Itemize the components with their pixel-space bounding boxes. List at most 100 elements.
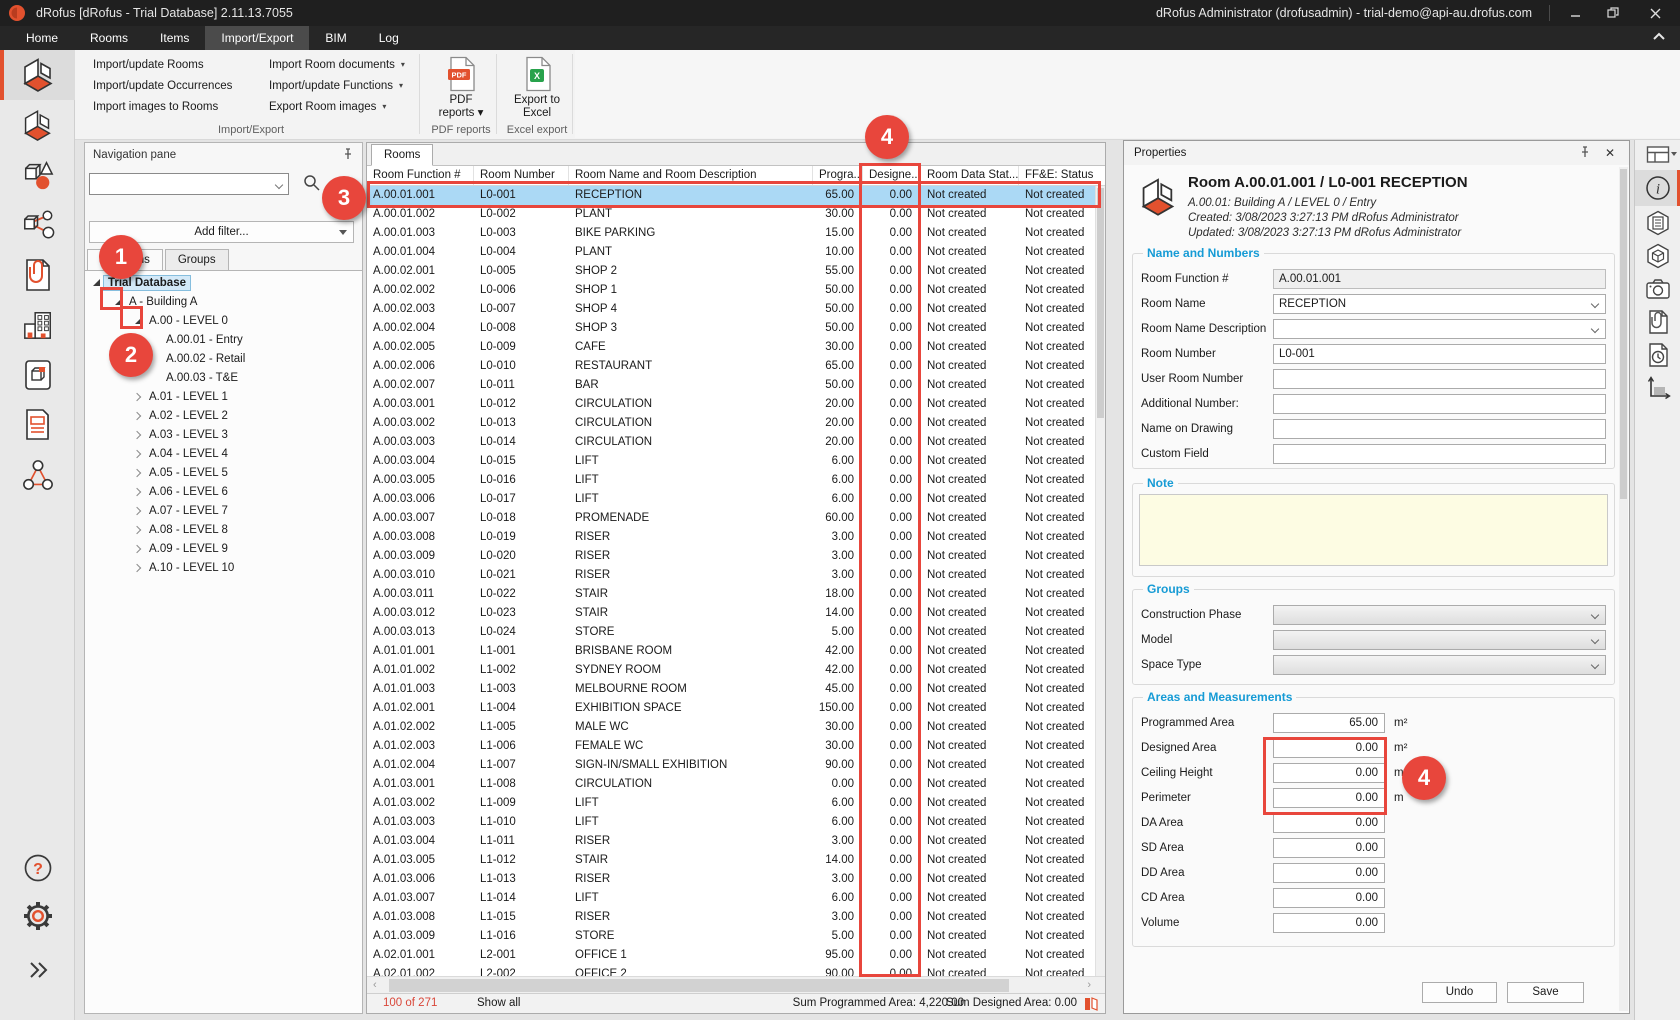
scroll-left-icon[interactable]: ‹ <box>373 979 377 991</box>
sidebar-item-buildings[interactable] <box>0 300 75 350</box>
table-row[interactable]: A.00.02.007 L0-011 BAR 50.00 0.00 Not cr… <box>367 376 1095 395</box>
close-button[interactable] <box>1638 0 1672 26</box>
rooms-tab[interactable]: Rooms <box>371 144 433 166</box>
field-input[interactable] <box>1273 419 1606 439</box>
tree-expander-icon[interactable] <box>131 520 145 539</box>
menu-tab[interactable]: Items <box>144 26 205 50</box>
field-dropdown[interactable] <box>1273 605 1606 625</box>
panel-layout-button[interactable] <box>1635 140 1680 170</box>
tree-item[interactable]: A.09 - LEVEL 9 <box>85 539 362 558</box>
field-input[interactable]: 0.00 <box>1273 838 1385 858</box>
save-button[interactable]: Save <box>1507 982 1584 1003</box>
field-dropdown[interactable] <box>1273 630 1606 650</box>
table-row[interactable]: A.00.03.011 L0-022 STAIR 18.00 0.00 Not … <box>367 585 1095 604</box>
tree-expander-icon[interactable] <box>131 482 145 501</box>
ribbon-button[interactable]: Export Room images ▾ <box>261 96 356 117</box>
settings-button[interactable] <box>0 894 75 938</box>
table-row[interactable]: A.00.03.009 L0-020 RISER 3.00 0.00 Not c… <box>367 547 1095 566</box>
help-button[interactable]: ? <box>0 846 75 890</box>
navigation-tab[interactable]: Groups <box>165 249 229 270</box>
table-row[interactable]: A.00.02.003 L0-007 SHOP 4 50.00 0.00 Not… <box>367 300 1095 319</box>
table-row[interactable]: A.00.03.004 L0-015 LIFT 6.00 0.00 Not cr… <box>367 452 1095 471</box>
scrollbar-thumb[interactable] <box>1097 188 1104 418</box>
ribbon-button[interactable]: Import/update Rooms <box>85 54 192 75</box>
table-row[interactable]: A.00.03.006 L0-017 LIFT 6.00 0.00 Not cr… <box>367 490 1095 509</box>
table-row[interactable]: A.00.03.001 L0-012 CIRCULATION 20.00 0.0… <box>367 395 1095 414</box>
table-row[interactable]: A.00.01.004 L0-004 PLANT 10.00 0.00 Not … <box>367 243 1095 262</box>
expand-sidebar-button[interactable] <box>0 948 75 992</box>
table-row[interactable]: A.01.03.006 L1-013 RISER 3.00 0.00 Not c… <box>367 870 1095 889</box>
show-all-link[interactable]: Show all <box>477 994 520 1013</box>
table-row[interactable]: A.00.02.005 L0-009 CAFE 30.00 0.00 Not c… <box>367 338 1095 357</box>
tree-expander-icon[interactable] <box>131 387 145 406</box>
table-row[interactable]: A.01.02.004 L1-007 SIGN-IN/SMALL EXHIBIT… <box>367 756 1095 775</box>
ribbon-button[interactable]: Import/update Functions ▾ <box>261 75 356 96</box>
table-row[interactable]: A.00.03.013 L0-024 STORE 5.00 0.00 Not c… <box>367 623 1095 642</box>
table-row[interactable]: A.00.03.005 L0-016 LIFT 6.00 0.00 Not cr… <box>367 471 1095 490</box>
scrollbar-thumb[interactable] <box>389 979 1009 992</box>
tree-expander-icon[interactable] <box>131 539 145 558</box>
field-input[interactable]: 0.00 <box>1273 888 1385 908</box>
restore-button[interactable] <box>1596 0 1630 26</box>
table-row[interactable]: A.00.02.004 L0-008 SHOP 3 50.00 0.00 Not… <box>367 319 1095 338</box>
sidebar-item-systems[interactable] <box>0 450 75 500</box>
table-row[interactable]: A.01.03.005 L1-012 STAIR 14.00 0.00 Not … <box>367 851 1095 870</box>
search-icon[interactable] <box>303 174 320 191</box>
ribbon-button[interactable]: Import/update Occurrences <box>85 75 192 96</box>
tree-expander-icon[interactable] <box>131 558 145 577</box>
field-input[interactable]: A.00.01.001 <box>1273 269 1606 289</box>
table-row[interactable]: A.01.02.002 L1-005 MALE WC 30.00 0.00 No… <box>367 718 1095 737</box>
field-dropdown[interactable] <box>1273 655 1606 675</box>
menu-tab[interactable]: Log <box>363 26 415 50</box>
table-row[interactable]: A.01.03.009 L1-016 STORE 5.00 0.00 Not c… <box>367 927 1095 946</box>
tree-item[interactable]: A.07 - LEVEL 7 <box>85 501 362 520</box>
table-row[interactable]: A.01.03.008 L1-015 RISER 3.00 0.00 Not c… <box>367 908 1095 927</box>
table-row[interactable]: A.01.02.001 L1-004 EXHIBITION SPACE 150.… <box>367 699 1095 718</box>
tree-expander-icon[interactable] <box>148 368 162 387</box>
pdf-reports-button[interactable]: PDF PDF reports ▾ <box>425 56 497 120</box>
tree-expander-icon[interactable] <box>131 425 145 444</box>
tree-item[interactable]: A.06 - LEVEL 6 <box>85 482 362 501</box>
horizontal-scrollbar[interactable]: ‹ › <box>367 976 1105 993</box>
ribbon-collapse-icon[interactable] <box>1652 30 1666 44</box>
field-input[interactable] <box>1273 369 1606 389</box>
tree-item[interactable]: A.01 - LEVEL 1 <box>85 387 362 406</box>
chevron-down-icon[interactable] <box>275 181 283 189</box>
tree-item[interactable]: A.04 - LEVEL 4 <box>85 444 362 463</box>
table-row[interactable]: A.00.03.008 L0-019 RISER 3.00 0.00 Not c… <box>367 528 1095 547</box>
table-row[interactable]: A.00.02.001 L0-005 SHOP 2 55.00 0.00 Not… <box>367 262 1095 281</box>
table-row[interactable]: A.02.01.001 L2-001 OFFICE 1 95.00 0.00 N… <box>367 946 1095 965</box>
sidebar-item-items[interactable] <box>0 150 75 200</box>
menu-tab[interactable]: Rooms <box>74 26 144 50</box>
table-row[interactable]: A.00.03.002 L0-013 CIRCULATION 20.00 0.0… <box>367 414 1095 433</box>
table-row[interactable]: A.01.03.001 L1-008 CIRCULATION 0.00 0.00… <box>367 775 1095 794</box>
table-row[interactable]: A.01.01.003 L1-003 MELBOURNE ROOM 45.00 … <box>367 680 1095 699</box>
close-icon[interactable]: ✕ <box>1605 146 1615 160</box>
table-row[interactable]: A.00.03.003 L0-014 CIRCULATION 20.00 0.0… <box>367 433 1095 452</box>
table-row[interactable]: A.00.02.002 L0-006 SHOP 1 50.00 0.00 Not… <box>367 281 1095 300</box>
scrollbar-thumb[interactable] <box>1620 169 1627 499</box>
table-row[interactable]: A.00.01.003 L0-003 BIKE PARKING 15.00 0.… <box>367 224 1095 243</box>
table-row[interactable]: A.00.03.010 L0-021 RISER 3.00 0.00 Not c… <box>367 566 1095 585</box>
field-input[interactable] <box>1273 319 1606 339</box>
table-row[interactable]: A.01.03.007 L1-014 LIFT 6.00 0.00 Not cr… <box>367 889 1095 908</box>
sidebar-item-reports[interactable] <box>0 400 75 450</box>
field-input[interactable] <box>1273 444 1606 464</box>
pin-icon[interactable] <box>1579 146 1591 158</box>
tree-item[interactable]: A.02 - LEVEL 2 <box>85 406 362 425</box>
field-input[interactable]: 0.00 <box>1273 813 1385 833</box>
sidebar-item-room-templates[interactable] <box>0 100 75 150</box>
table-row[interactable]: A.01.01.001 L1-001 BRISBANE ROOM 42.00 0… <box>367 642 1095 661</box>
field-input[interactable]: 65.00 <box>1273 713 1385 733</box>
vertical-scrollbar[interactable] <box>1095 186 1105 976</box>
field-input[interactable] <box>1273 394 1606 414</box>
table-row[interactable]: A.01.03.004 L1-011 RISER 3.00 0.00 Not c… <box>367 832 1095 851</box>
images-tab[interactable] <box>1635 272 1680 305</box>
minimize-button[interactable] <box>1558 0 1592 26</box>
pin-icon[interactable] <box>342 148 354 160</box>
table-row[interactable]: A.02.01.002 L2-002 OFFICE 2 90.00 0.00 N… <box>367 965 1095 976</box>
undo-button[interactable]: Undo <box>1422 982 1497 1003</box>
sidebar-item-documents[interactable] <box>0 250 75 300</box>
table-row[interactable]: A.01.02.003 L1-006 FEMALE WC 30.00 0.00 … <box>367 737 1095 756</box>
measurements-tab[interactable] <box>1635 371 1680 404</box>
